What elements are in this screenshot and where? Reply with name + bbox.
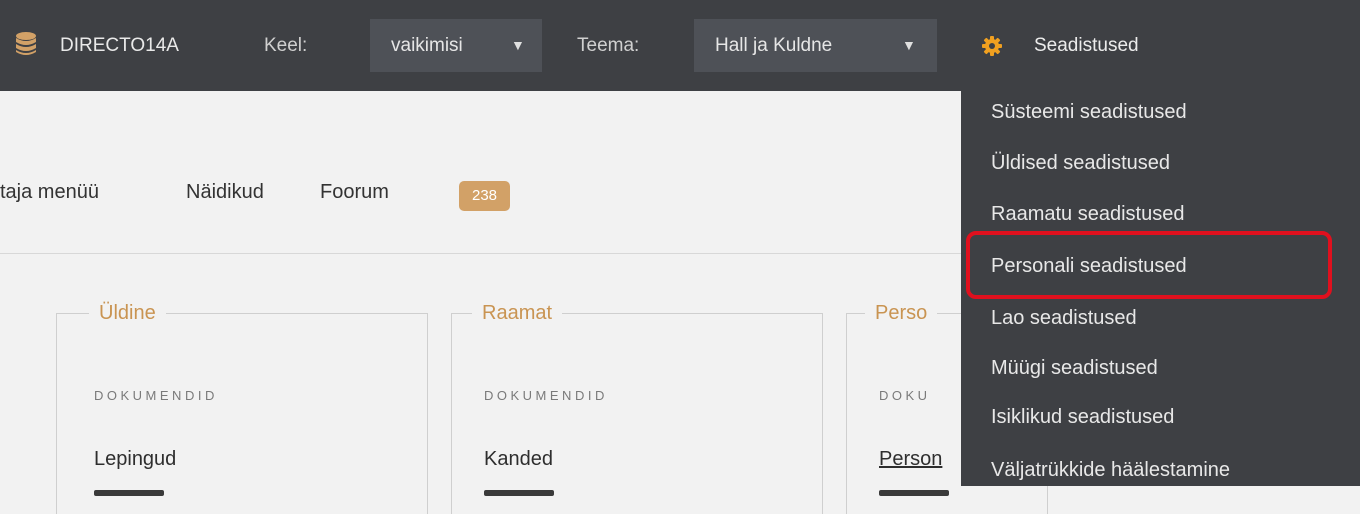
menu-item-general-settings[interactable]: Üldised seadistused (991, 152, 1170, 175)
link-personnel[interactable]: Person (879, 448, 942, 471)
database-icon (16, 32, 36, 55)
chevron-down-icon: ▼ (511, 37, 525, 53)
panel-ledger: Raamat DOKUMENDID Kanded (451, 300, 823, 514)
section-caption: DOKUMENDID (484, 388, 608, 403)
theme-label: Teema: (577, 35, 640, 56)
database-name[interactable]: DIRECTO14A (60, 0, 179, 91)
nav-item-dashboards[interactable]: Näidikud (186, 181, 264, 204)
menu-item-warehouse-settings[interactable]: Lao seadistused (991, 307, 1137, 330)
chevron-down-icon: ▼ (902, 37, 916, 53)
panel-general: Üldine DOKUMENDID Lepingud (56, 300, 428, 514)
gear-icon[interactable] (982, 36, 1002, 56)
list-item[interactable] (94, 476, 164, 496)
list-item[interactable] (879, 476, 949, 496)
highlight-annotation (966, 231, 1332, 299)
nav-item-user-menu[interactable]: taja menüü (0, 181, 99, 204)
menu-item-print-layout-settings[interactable]: Väljatrükkide häälestamine (991, 459, 1230, 482)
theme-select[interactable]: Hall ja Kuldne ▼ (694, 19, 937, 72)
section-caption: DOKU (879, 388, 931, 403)
panel-title: Perso (865, 300, 938, 326)
link-contracts[interactable]: Lepingud (94, 448, 176, 471)
menu-item-sales-settings[interactable]: Müügi seadistused (991, 357, 1158, 380)
language-select-value: vaikimisi (391, 35, 463, 56)
settings-menu-button[interactable]: Seadistused (1034, 0, 1139, 91)
top-bar: DIRECTO14A Keel: vaikimisi ▼ Teema: Hall… (0, 0, 1360, 91)
panel-title: Üldine (89, 300, 166, 326)
menu-item-personal-settings[interactable]: Isiklikud seadistused (991, 406, 1174, 429)
panel-title: Raamat (472, 300, 563, 326)
nav-item-forum[interactable]: Foorum (320, 181, 389, 204)
menu-item-ledger-settings[interactable]: Raamatu seadistused (991, 203, 1184, 226)
language-select[interactable]: vaikimisi ▼ (370, 19, 542, 72)
theme-select-value: Hall ja Kuldne (715, 35, 833, 56)
link-entries[interactable]: Kanded (484, 448, 553, 471)
language-label: Keel: (264, 35, 308, 56)
menu-item-system-settings[interactable]: Süsteemi seadistused (991, 101, 1187, 124)
list-item[interactable] (484, 476, 554, 496)
section-caption: DOKUMENDID (94, 388, 218, 403)
forum-count-badge: 238 (459, 181, 510, 211)
